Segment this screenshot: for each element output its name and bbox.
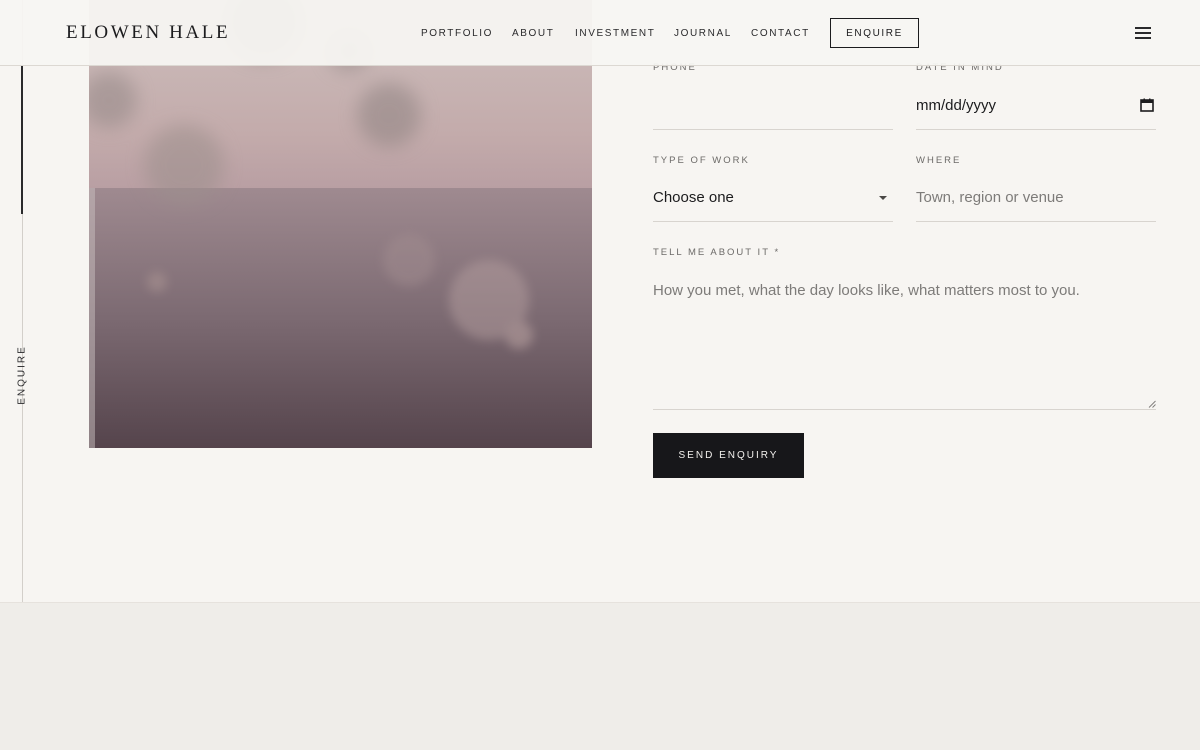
site-header: ELOWEN HALE PORTFOLIO ABOUT INVESTMENT J… — [0, 0, 1200, 66]
hamburger-menu-icon[interactable] — [1135, 27, 1151, 39]
nav-item-investment[interactable]: INVESTMENT — [575, 28, 655, 39]
resize-handle-icon[interactable] — [1148, 400, 1156, 408]
nav-item-journal[interactable]: JOURNAL — [674, 28, 732, 39]
chevron-down-icon — [879, 196, 887, 200]
where-label: WHERE — [916, 155, 962, 166]
message-textarea[interactable]: How you met, what the day looks like, wh… — [653, 268, 1156, 410]
type-of-work-select[interactable]: Choose one — [653, 174, 893, 222]
date-field[interactable]: mm/dd/yyyy — [916, 82, 1156, 130]
where-placeholder: Town, region or venue — [916, 189, 1064, 206]
nav-item-portfolio[interactable]: PORTFOLIO — [421, 28, 493, 39]
phone-field[interactable] — [653, 82, 893, 130]
date-value: mm/dd/yyyy — [916, 97, 997, 114]
where-input[interactable]: Town, region or venue — [916, 174, 1156, 222]
photo-bokeh-image — [89, 0, 592, 448]
nav-item-contact[interactable]: CONTACT — [751, 28, 810, 39]
send-enquiry-button[interactable]: SEND ENQUIRY — [653, 433, 804, 478]
side-rail-enquire-label[interactable]: ENQUIRE — [17, 345, 28, 405]
message-label: TELL ME ABOUT IT * — [653, 247, 781, 258]
nav-item-about[interactable]: ABOUT — [512, 28, 554, 39]
message-placeholder: How you met, what the day looks like, wh… — [653, 282, 1080, 299]
calendar-icon[interactable] — [1140, 98, 1154, 112]
brand-logo[interactable]: ELOWEN HALE — [66, 22, 230, 44]
footer-band — [0, 602, 1200, 750]
side-rail-progress — [21, 66, 23, 214]
enquire-button[interactable]: ENQUIRE — [830, 18, 919, 48]
hero-photo — [89, 0, 592, 448]
type-of-work-value: Choose one — [653, 189, 734, 206]
type-of-work-label: TYPE OF WORK — [653, 155, 750, 166]
